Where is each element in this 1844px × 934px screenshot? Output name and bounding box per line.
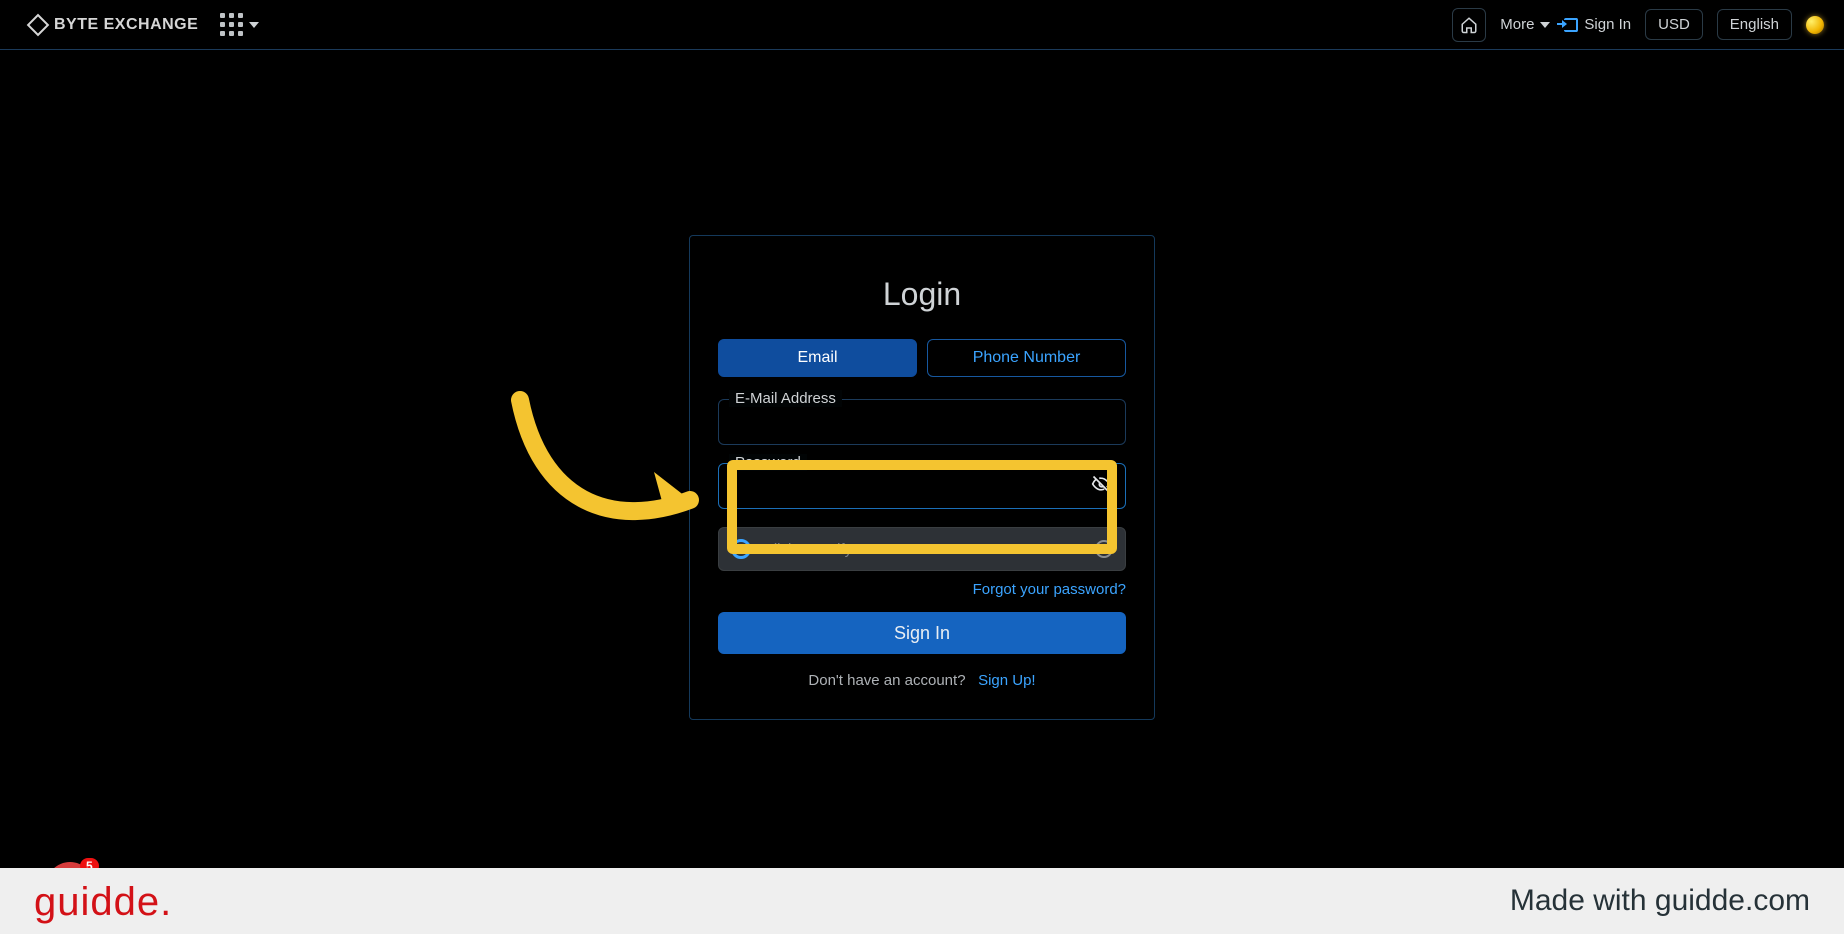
brand[interactable]: BYTE EXCHANGE <box>30 16 198 34</box>
tab-email[interactable]: Email <box>718 339 917 377</box>
eye-off-icon[interactable] <box>1091 474 1111 499</box>
language-select[interactable]: English <box>1717 9 1792 40</box>
email-input[interactable] <box>733 413 1111 432</box>
footer-brand: guidde. <box>34 878 172 925</box>
captcha-radio-icon <box>731 539 751 559</box>
chevron-down-icon <box>249 22 259 28</box>
footer-bar: guidde. Made with guidde.com <box>0 868 1844 934</box>
email-field-wrap[interactable]: E-Mail Address <box>718 399 1126 445</box>
home-button[interactable] <box>1452 8 1486 42</box>
signup-link[interactable]: Sign Up! <box>978 672 1036 689</box>
more-label: More <box>1500 16 1534 33</box>
arrow-annotation <box>500 380 720 560</box>
currency-select[interactable]: USD <box>1645 9 1703 40</box>
theme-toggle[interactable] <box>1806 16 1824 34</box>
geetest-icon <box>1095 540 1113 558</box>
guidde-logo: guidde. <box>34 878 172 925</box>
password-input[interactable] <box>733 477 1091 496</box>
home-icon <box>1460 16 1478 34</box>
captcha-text: Click to verify <box>763 541 1083 558</box>
captcha[interactable]: Click to verify <box>718 527 1126 571</box>
chevron-down-icon <box>1540 22 1550 28</box>
logo-icon <box>27 13 50 36</box>
forgot-link[interactable]: Forgot your password? <box>973 581 1126 598</box>
nav-right: More Sign In USD English <box>1452 8 1824 42</box>
brand-text: BYTE EXCHANGE <box>54 16 198 34</box>
login-tabs: Email Phone Number <box>718 339 1126 377</box>
signin-link[interactable]: Sign In <box>1564 16 1631 33</box>
signin-icon <box>1564 18 1578 32</box>
forgot-row: Forgot your password? <box>718 581 1126 598</box>
grid-icon <box>220 13 243 36</box>
signin-label: Sign In <box>1584 16 1631 33</box>
apps-grid-button[interactable] <box>220 13 259 36</box>
password-label: Password <box>729 454 807 471</box>
login-panel: Login Email Phone Number E-Mail Address … <box>689 235 1155 720</box>
more-menu[interactable]: More <box>1500 16 1550 33</box>
top-nav: BYTE EXCHANGE More Sign In USD English <box>0 0 1844 50</box>
email-label: E-Mail Address <box>729 390 842 407</box>
signup-row: Don't have an account? Sign Up! <box>718 672 1126 689</box>
login-title: Login <box>718 276 1126 313</box>
password-field-wrap[interactable]: Password <box>718 463 1126 509</box>
signin-button[interactable]: Sign In <box>718 612 1126 654</box>
tab-phone[interactable]: Phone Number <box>927 339 1126 377</box>
no-account-text: Don't have an account? <box>808 672 965 689</box>
footer-text: Made with guidde.com <box>1510 884 1810 918</box>
